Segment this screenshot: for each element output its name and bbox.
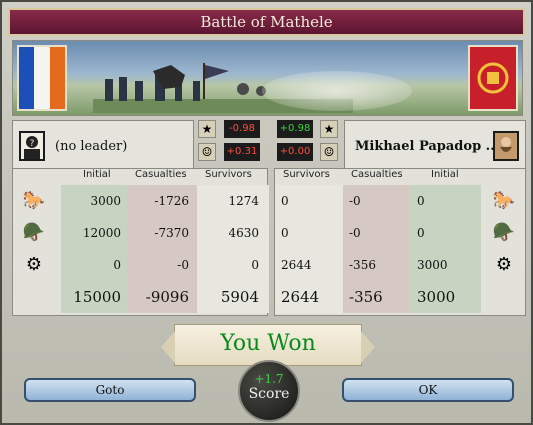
survivors-value: 1274 xyxy=(197,185,269,217)
artillery-icon: ⚙ xyxy=(25,254,43,275)
header-initial: Initial xyxy=(431,169,459,180)
header-casualties: Casualties xyxy=(135,169,187,180)
infantry-icon: 🪖 xyxy=(22,222,46,243)
initial-value: 0 xyxy=(409,217,481,249)
window-title: Battle of Mathele xyxy=(8,8,525,36)
total-casualties: -356 xyxy=(343,281,409,313)
header-survivors: Survivors xyxy=(205,169,252,180)
table-row: 2644 -356 3000 ⚙ xyxy=(275,249,527,281)
survivors-value: 0 xyxy=(275,217,343,249)
total-casualties: -9096 xyxy=(127,281,197,313)
battle-result-window: Battle of Mathele ? (no leader) ★ ☺ -0.9… xyxy=(0,0,533,425)
table-row: 0 -0 0 🪖 xyxy=(275,217,527,249)
header-casualties: Casualties xyxy=(351,169,403,180)
no-leader-portrait-icon[interactable]: ? xyxy=(19,131,45,161)
table-row: 🪖 12000 -7370 4630 xyxy=(13,217,269,249)
casualties-value: -0 xyxy=(343,217,409,249)
attacker-stats-table: Initial Casualties Survivors 🐎 3000 -172… xyxy=(12,168,269,316)
survivors-value: 2644 xyxy=(275,249,343,281)
defender-leader-name: Mikhael Papadop ... xyxy=(355,139,500,154)
goto-button[interactable]: Goto xyxy=(24,378,196,402)
table-row: ⚙ 0 -0 0 xyxy=(13,249,269,281)
cavalry-icon: 🐎 xyxy=(22,190,46,211)
defender-emblem-icon xyxy=(477,62,509,94)
general-icon: ☺ xyxy=(320,143,338,161)
survivors-value: 4630 xyxy=(197,217,269,249)
total-survivors: 5904 xyxy=(197,281,269,313)
total-survivors: 2644 xyxy=(275,281,343,313)
casualties-value: -356 xyxy=(343,249,409,281)
initial-value: 0 xyxy=(61,249,127,281)
defender-leader-panel: Mikhael Papadop ... xyxy=(344,120,526,172)
star-icon: ★ xyxy=(198,120,216,138)
score-indicator: +1.7 Score xyxy=(238,360,300,422)
defender-stats-table: Survivors Casualties Initial 0 -0 0 🐎 0 … xyxy=(274,168,526,316)
survivors-value: 0 xyxy=(275,185,343,217)
attacker-leader-panel: ? (no leader) xyxy=(12,120,194,172)
casualties-value: -1726 xyxy=(127,185,197,217)
total-initial: 15000 xyxy=(61,281,127,313)
casualties-value: -0 xyxy=(343,185,409,217)
general-icon: ☺ xyxy=(198,143,216,161)
totals-row: 15000 -9096 5904 xyxy=(13,281,269,313)
infantry-icon: 🪖 xyxy=(492,222,516,243)
score-value: +1.7 xyxy=(254,372,284,386)
defender-modifier-1: +0.98 xyxy=(277,120,313,138)
attacker-modifier-2: +0.31 xyxy=(224,143,260,161)
svg-text:?: ? xyxy=(30,139,35,149)
table-row: 🐎 3000 -1726 1274 xyxy=(13,185,269,217)
star-icon: ★ xyxy=(320,120,338,138)
smoke-cloud xyxy=(262,71,412,111)
score-label: Score xyxy=(248,386,290,402)
attacker-modifier-1: -0.98 xyxy=(224,120,260,138)
defender-modifier-2: +0.00 xyxy=(277,143,313,161)
attacker-leader-name: (no leader) xyxy=(55,139,128,154)
cavalry-icon: 🐎 xyxy=(492,190,516,211)
result-label: You Won xyxy=(220,331,316,356)
defender-flag xyxy=(468,45,518,111)
table-row: 0 -0 0 🐎 xyxy=(275,185,527,217)
survivors-value: 0 xyxy=(197,249,269,281)
casualties-value: -7370 xyxy=(127,217,197,249)
initial-value: 3000 xyxy=(61,185,127,217)
initial-value: 3000 xyxy=(409,249,481,281)
initial-value: 0 xyxy=(409,185,481,217)
initial-value: 12000 xyxy=(61,217,127,249)
ok-button[interactable]: OK xyxy=(342,378,514,402)
header-initial: Initial xyxy=(83,169,111,180)
header-survivors: Survivors xyxy=(283,169,330,180)
totals-row: 2644 -356 3000 xyxy=(275,281,527,313)
total-initial: 3000 xyxy=(409,281,481,313)
casualties-value: -0 xyxy=(127,249,197,281)
battle-banner-image xyxy=(12,40,523,116)
artillery-icon: ⚙ xyxy=(495,254,513,275)
attacker-flag xyxy=(17,45,67,111)
defender-leader-portrait[interactable] xyxy=(493,131,519,161)
